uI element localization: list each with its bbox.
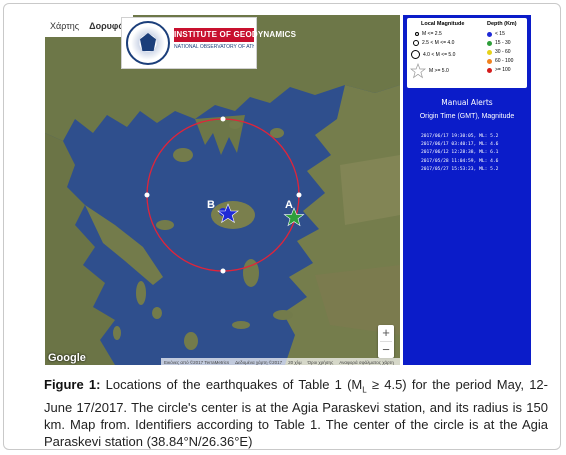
- island-skyros: [156, 220, 174, 230]
- circle-handle-bottom: [220, 268, 226, 274]
- depth-label: >= 100: [495, 67, 511, 73]
- legend-panel: Local Magnitude Depth (Km) M <= 2.5 2.5 …: [403, 15, 531, 365]
- map-attribution: Εικόνες από ©2017 TerraMetrics Δεδομένα …: [161, 358, 400, 365]
- alert-list: 2017/06/17 19:30:05, ML: 5.2 2017/06/17 …: [421, 133, 529, 174]
- alert-item[interactable]: 2017/06/17 19:30:05, ML: 5.2: [421, 133, 529, 141]
- institute-logo: INSTITUTE OF GEODYNAMICS NATIONAL OBSERV…: [121, 17, 296, 69]
- attribution-mapdata[interactable]: Δεδομένα χάρτη ©2017: [235, 360, 282, 365]
- map-panel[interactable]: Χάρτης Δορυφόρος INSTITUTE OF GEODYNAMIC…: [45, 15, 400, 365]
- circle-handle-top: [220, 116, 226, 122]
- depth-label: 30 - 60: [495, 49, 511, 55]
- island-lemnos: [173, 148, 193, 162]
- magnitude-label: M <= 2.5: [422, 31, 442, 37]
- alerts-header: Origin Time (GMT), Magnitude: [419, 113, 515, 120]
- alert-item[interactable]: 2017/06/17 03:40:17, ML: 4.6: [421, 141, 529, 149]
- alert-item[interactable]: 2017/05/27 15:53:23, ML: 5.2: [421, 166, 529, 174]
- magnitude-row: M <= 2.5: [413, 31, 442, 37]
- magnitude-row: 2.5 < M <= 4.0: [412, 40, 454, 46]
- depth-row: 30 - 60: [487, 49, 511, 55]
- report-error-link[interactable]: Αναφορά σφάλματος χάρτη: [339, 360, 394, 365]
- depth-dot-icon: [487, 67, 492, 73]
- island-naxos: [184, 332, 198, 350]
- alert-item[interactable]: 2017/06/12 12:28:38, ML: 6.1: [421, 149, 529, 157]
- ring-small-icon: [415, 32, 419, 36]
- depth-label: 60 - 100: [495, 58, 514, 64]
- zoom-in-button[interactable]: +: [378, 325, 394, 341]
- depth-row: 60 - 100: [487, 58, 513, 64]
- scale-label: 20 χλμ: [288, 359, 302, 365]
- magnitude-header: Local Magnitude: [421, 21, 465, 27]
- ring-medium-icon: [413, 40, 419, 46]
- magnitude-row: 4.0 < M <= 5.0: [411, 50, 455, 59]
- depth-row: >= 100: [487, 67, 511, 73]
- island-ikaria: [232, 321, 250, 329]
- magnitude-row: M >= 5.0: [410, 63, 449, 79]
- google-logo: Google: [48, 352, 86, 364]
- figure-caption: Figure 1: Locations of the earthquakes o…: [44, 376, 548, 450]
- alerts-title: Manual Alerts: [441, 98, 493, 107]
- island-samos: [273, 310, 293, 320]
- station-label-b: B: [207, 199, 215, 211]
- zoom-out-button[interactable]: −: [378, 342, 394, 358]
- circle-handle-right: [296, 192, 302, 198]
- island-andros: [136, 281, 146, 305]
- institute-banner: INSTITUTE OF GEODYNAMICS: [174, 28, 296, 42]
- magnitude-label: M >= 5.0: [429, 68, 449, 74]
- star-magnitude-icon: [410, 63, 426, 79]
- depth-label: < 15: [495, 31, 505, 37]
- island-tinos: [152, 307, 162, 319]
- terms-link[interactable]: Όροι χρήσης: [308, 360, 334, 365]
- observatory-seal-icon: [126, 21, 170, 65]
- depth-label: 15 - 30: [495, 40, 511, 46]
- island-samothraki: [229, 121, 241, 129]
- depth-row: < 15: [487, 31, 505, 37]
- map-type-tabs: Χάρτης Δορυφόρος: [45, 15, 140, 37]
- depth-dot-icon: [487, 40, 492, 46]
- attribution-imagery: Εικόνες από ©2017 TerraMetrics: [164, 359, 230, 365]
- station-label-a: A: [285, 199, 293, 211]
- figure-frame: Χάρτης Δορυφόρος INSTITUTE OF GEODYNAMIC…: [3, 3, 561, 450]
- magnitude-depth-legend: Local Magnitude Depth (Km) M <= 2.5 2.5 …: [407, 18, 527, 88]
- caption-text-pre: Locations of the earthquakes of Table 1 …: [100, 377, 363, 392]
- island-kea: [113, 326, 121, 340]
- depth-row: 15 - 30: [487, 40, 511, 46]
- magnitude-label: 2.5 < M <= 4.0: [422, 40, 455, 46]
- institute-subtitle: NATIONAL OBSERVATORY OF ATHENS: [174, 44, 254, 50]
- depth-dot-icon: [487, 58, 492, 64]
- zoom-controls: + −: [378, 325, 394, 358]
- ring-large-icon: [411, 50, 420, 59]
- tab-map[interactable]: Χάρτης: [45, 21, 84, 31]
- depth-dot-icon: [487, 49, 492, 55]
- alert-item[interactable]: 2017/05/28 11:04:59, ML: 4.6: [421, 158, 529, 166]
- caption-label: Figure 1:: [44, 377, 101, 392]
- magnitude-label: 4.0 < M <= 5.0: [423, 51, 456, 58]
- depth-dot-icon: [487, 31, 492, 37]
- depth-header: Depth (Km): [487, 21, 517, 27]
- land-turkey-ridge: [340, 155, 400, 225]
- circle-handle-left: [144, 192, 150, 198]
